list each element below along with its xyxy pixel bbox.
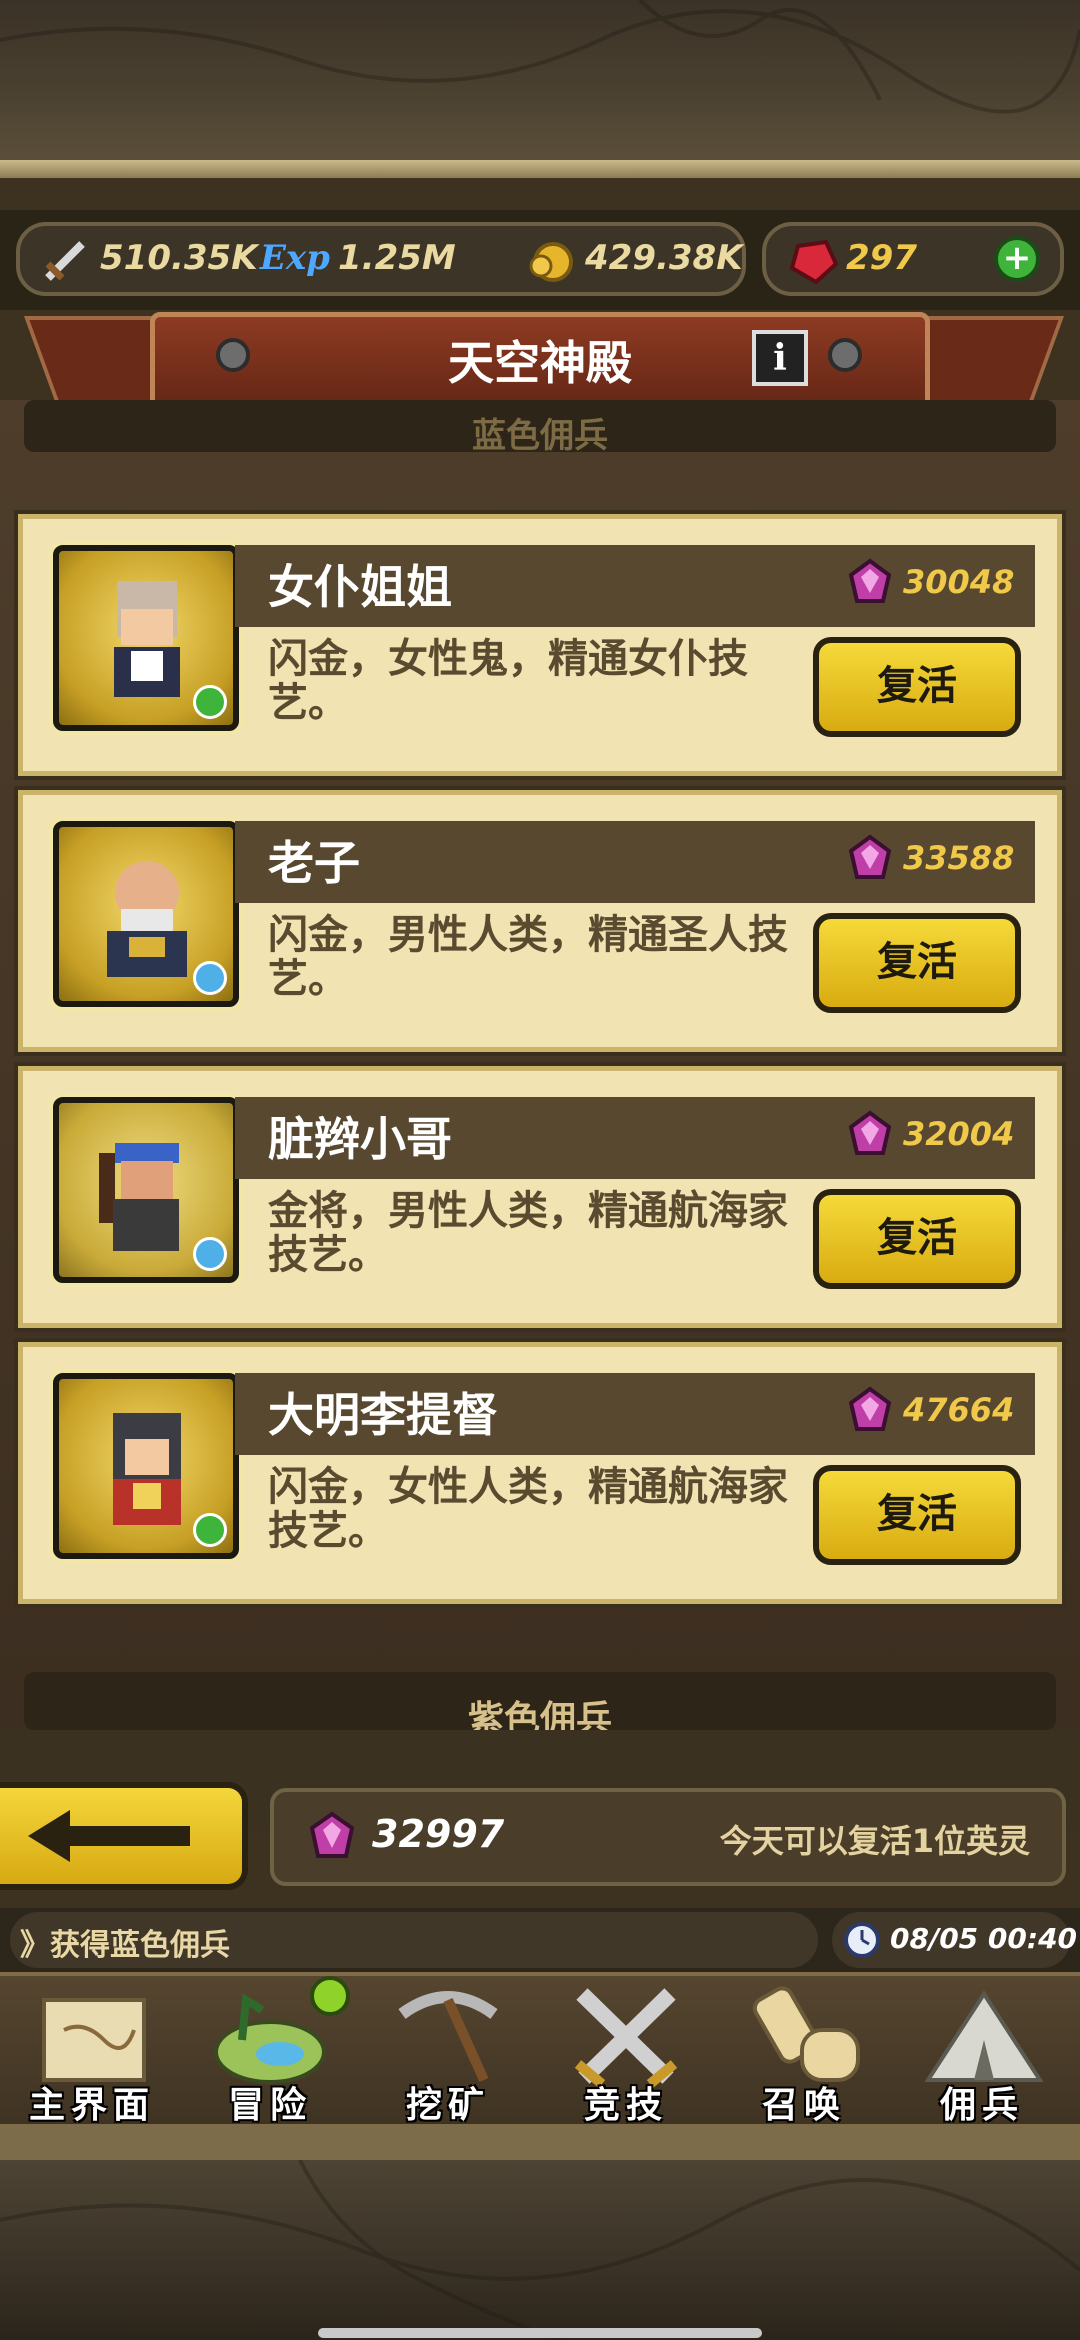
- gem-icon: [848, 834, 892, 879]
- revive-button[interactable]: 复活: [813, 637, 1021, 737]
- add-ruby-button[interactable]: +: [994, 236, 1040, 282]
- mercenary-card: 大明李提督 47664 闪金，女性人类，精通航海家技艺。 复活: [18, 1342, 1062, 1604]
- map-lines-bottom: [0, 2160, 1080, 2340]
- info-button[interactable]: i: [752, 330, 808, 386]
- gem-icon: [309, 1811, 355, 1858]
- frame-top-edge: [0, 160, 1080, 178]
- revive-button[interactable]: 复活: [813, 1465, 1021, 1565]
- nav-label: 主界面: [28, 2085, 155, 2126]
- sword-icon: [45, 241, 85, 281]
- gem-icon: [848, 558, 892, 603]
- revive-button[interactable]: 复活: [813, 1189, 1021, 1289]
- mercenary-card: 脏辫小哥 32004 金将，男性人类，精通航海家技艺。 复活: [18, 1066, 1062, 1328]
- mercenary-description: 闪金，女性鬼，精通女仆技艺。: [268, 636, 748, 726]
- clock-icon: [844, 1922, 880, 1958]
- star-badge-icon: [193, 961, 227, 995]
- nav-mining[interactable]: 挖矿: [360, 1976, 536, 2126]
- plus-badge-icon: [193, 685, 227, 719]
- gem-balance: 32997: [372, 1812, 505, 1856]
- exp-icon: Exp: [260, 238, 330, 278]
- star-badge-icon: [193, 1237, 227, 1271]
- mercenary-name: 女仆姐姐: [268, 560, 452, 614]
- mercenary-portrait[interactable]: [53, 545, 239, 731]
- exp-value: 1.25M: [338, 238, 456, 278]
- mercenary-name: 脏辫小哥: [268, 1112, 452, 1166]
- mercenary-description: 闪金，男性人类，精通圣人技艺。: [268, 912, 788, 1002]
- mercenary-portrait[interactable]: [53, 1373, 239, 1559]
- nav-summon[interactable]: 召唤: [716, 1976, 892, 2126]
- mercenary-card: 女仆姐姐 30048 闪金，女性鬼，精通女仆技艺。 复活: [18, 514, 1062, 776]
- attack-value: 510.35K: [100, 238, 258, 278]
- home-indicator[interactable]: [318, 2328, 762, 2338]
- mercenary-portrait[interactable]: [53, 1097, 239, 1283]
- mercenary-name: 大明李提督: [268, 1388, 498, 1442]
- section-label-blue: 蓝色佣兵: [472, 416, 608, 456]
- revive-cost: 30048: [903, 563, 1015, 601]
- daily-revive-info: 今天可以复活1位英灵: [719, 1822, 1030, 1860]
- gold-value: 429.38K: [585, 238, 743, 278]
- nav-footer-edge: [0, 2124, 1080, 2160]
- nav-label: 竞技: [583, 2085, 668, 2126]
- map-lines-top: [0, 0, 1080, 114]
- revive-cost: 32004: [903, 1115, 1015, 1153]
- mercenary-card: 老子 33588 闪金，男性人类，精通圣人技艺。 复活: [18, 790, 1062, 1052]
- nav-mercenary[interactable]: 佣兵: [894, 1976, 1070, 2126]
- nav-label: 挖矿: [405, 2085, 490, 2126]
- revive-cost: 47664: [903, 1391, 1015, 1429]
- mercenary-description: 闪金，女性人类，精通航海家技艺。: [268, 1464, 788, 1554]
- nav-arena[interactable]: 竞技: [538, 1976, 714, 2126]
- clock-time: 08/05 00:40: [890, 1922, 1078, 1955]
- gold-coin-icon: [529, 242, 573, 282]
- gem-icon: [848, 1386, 892, 1431]
- notification-dot: [310, 1976, 350, 2016]
- section-label-purple: 紫色佣兵: [467, 1699, 612, 1730]
- ruby-icon: [789, 239, 839, 285]
- nav-adventure[interactable]: 冒险: [182, 1976, 358, 2126]
- mercenary-name: 老子: [268, 836, 360, 890]
- nav-label: 佣兵: [939, 2085, 1024, 2126]
- gem-icon: [848, 1110, 892, 1155]
- plus-badge-icon: [193, 1513, 227, 1547]
- back-button[interactable]: [0, 1782, 248, 1890]
- mercenary-portrait[interactable]: [53, 821, 239, 1007]
- nav-label: 冒险: [227, 2085, 312, 2126]
- resource-pill: 510.35K Exp 1.25M 429.38K: [16, 222, 746, 296]
- nav-main[interactable]: 主界面: [4, 1976, 180, 2126]
- page-title: 天空神殿: [448, 336, 632, 390]
- ruby-value: 297: [846, 238, 917, 278]
- mercenary-description: 金将，男性人类，精通航海家技艺。: [268, 1188, 788, 1278]
- arrow-left-icon: [28, 1810, 190, 1862]
- revive-button[interactable]: 复活: [813, 913, 1021, 1013]
- ticker-message: 》获得蓝色佣兵: [20, 1928, 230, 1963]
- ruby-pill: 297 +: [762, 222, 1064, 296]
- revive-cost: 33588: [903, 839, 1015, 877]
- nav-label: 召唤: [761, 2085, 846, 2126]
